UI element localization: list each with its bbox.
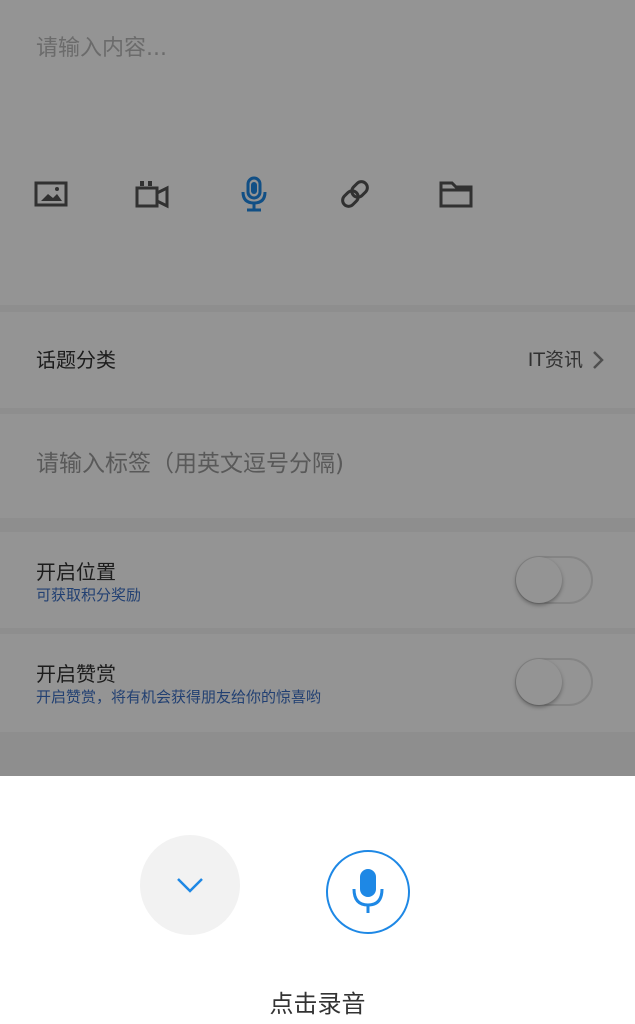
record-label: 点击录音 xyxy=(269,990,366,1018)
chevron-down-icon xyxy=(177,878,203,893)
microphone-icon xyxy=(352,869,384,913)
modal-backdrop[interactable] xyxy=(0,0,635,776)
post-editor-page: 话题分类 IT资讯 开启位置 可获取积分奖励 开启赞赏 开启赞赏，将有机会获得朋… xyxy=(0,0,635,1024)
record-button[interactable] xyxy=(326,850,410,934)
voice-record-sheet: 点击录音 xyxy=(0,776,635,1024)
collapse-sheet-button[interactable] xyxy=(140,835,240,935)
